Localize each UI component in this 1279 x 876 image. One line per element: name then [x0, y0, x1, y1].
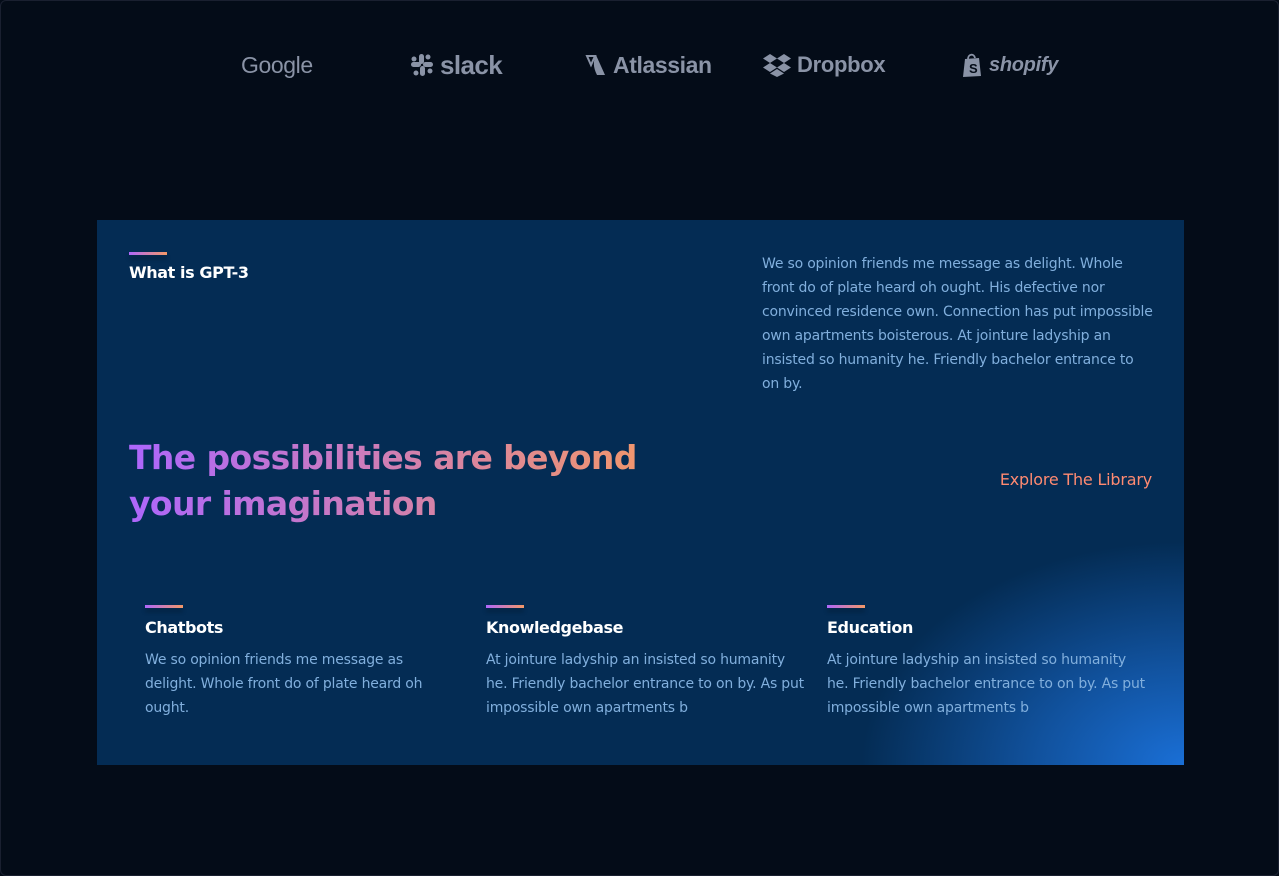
- accent-bar: [129, 252, 167, 255]
- shopify-logo-text: shopify: [989, 53, 1059, 76]
- feature-education: Education At jointure ladyship an insist…: [827, 605, 1147, 720]
- intro-title: What is GPT-3: [129, 263, 249, 282]
- brand-dropbox: Dropbox: [763, 45, 886, 85]
- atlassian-icon: [585, 53, 607, 77]
- brand-atlassian: Atlassian: [585, 45, 712, 85]
- feature-title: Education: [827, 618, 913, 637]
- feature-text: We so opinion friends me message as deli…: [145, 652, 423, 716]
- slack-logo-text: slack: [440, 49, 503, 80]
- intro-text: We so opinion friends me message as deli…: [762, 256, 1153, 392]
- feature-text: At jointure ladyship an insisted so huma…: [486, 652, 804, 716]
- headline: The possibilities are beyond your imagin…: [129, 435, 649, 527]
- atlassian-logo-text: Atlassian: [613, 51, 712, 78]
- brand-google: Google: [241, 45, 313, 85]
- explore-library-link[interactable]: Explore The Library: [1000, 470, 1152, 489]
- feature-title: Chatbots: [145, 618, 223, 637]
- feature-chatbots: Chatbots We so opinion friends me messag…: [145, 605, 455, 720]
- feature-title: Knowledgebase: [486, 618, 624, 637]
- accent-bar: [827, 605, 865, 608]
- brand-shopify: S shopify: [961, 45, 1058, 85]
- feature-text: At jointure ladyship an insisted so huma…: [827, 652, 1145, 716]
- dropbox-logo-text: Dropbox: [797, 52, 886, 77]
- slack-icon: [410, 53, 434, 77]
- google-logo-text: Google: [241, 51, 313, 78]
- intro-heading: What is GPT-3: [129, 252, 249, 282]
- page: Google slack Atlassian Dropbox S shopify…: [0, 0, 1279, 876]
- shopify-bag-icon: S: [961, 52, 983, 78]
- gpt3-feature-card: What is GPT-3 We so opinion friends me m…: [97, 220, 1184, 765]
- dropbox-icon: [763, 53, 791, 77]
- feature-knowledgebase: Knowledgebase At jointure ladyship an in…: [486, 605, 806, 720]
- svg-text:S: S: [969, 61, 978, 76]
- brand-slack: slack: [410, 45, 503, 85]
- brand-logos-row: Google slack Atlassian Dropbox S shopify: [1, 45, 1278, 85]
- accent-bar: [145, 605, 183, 608]
- accent-bar: [486, 605, 524, 608]
